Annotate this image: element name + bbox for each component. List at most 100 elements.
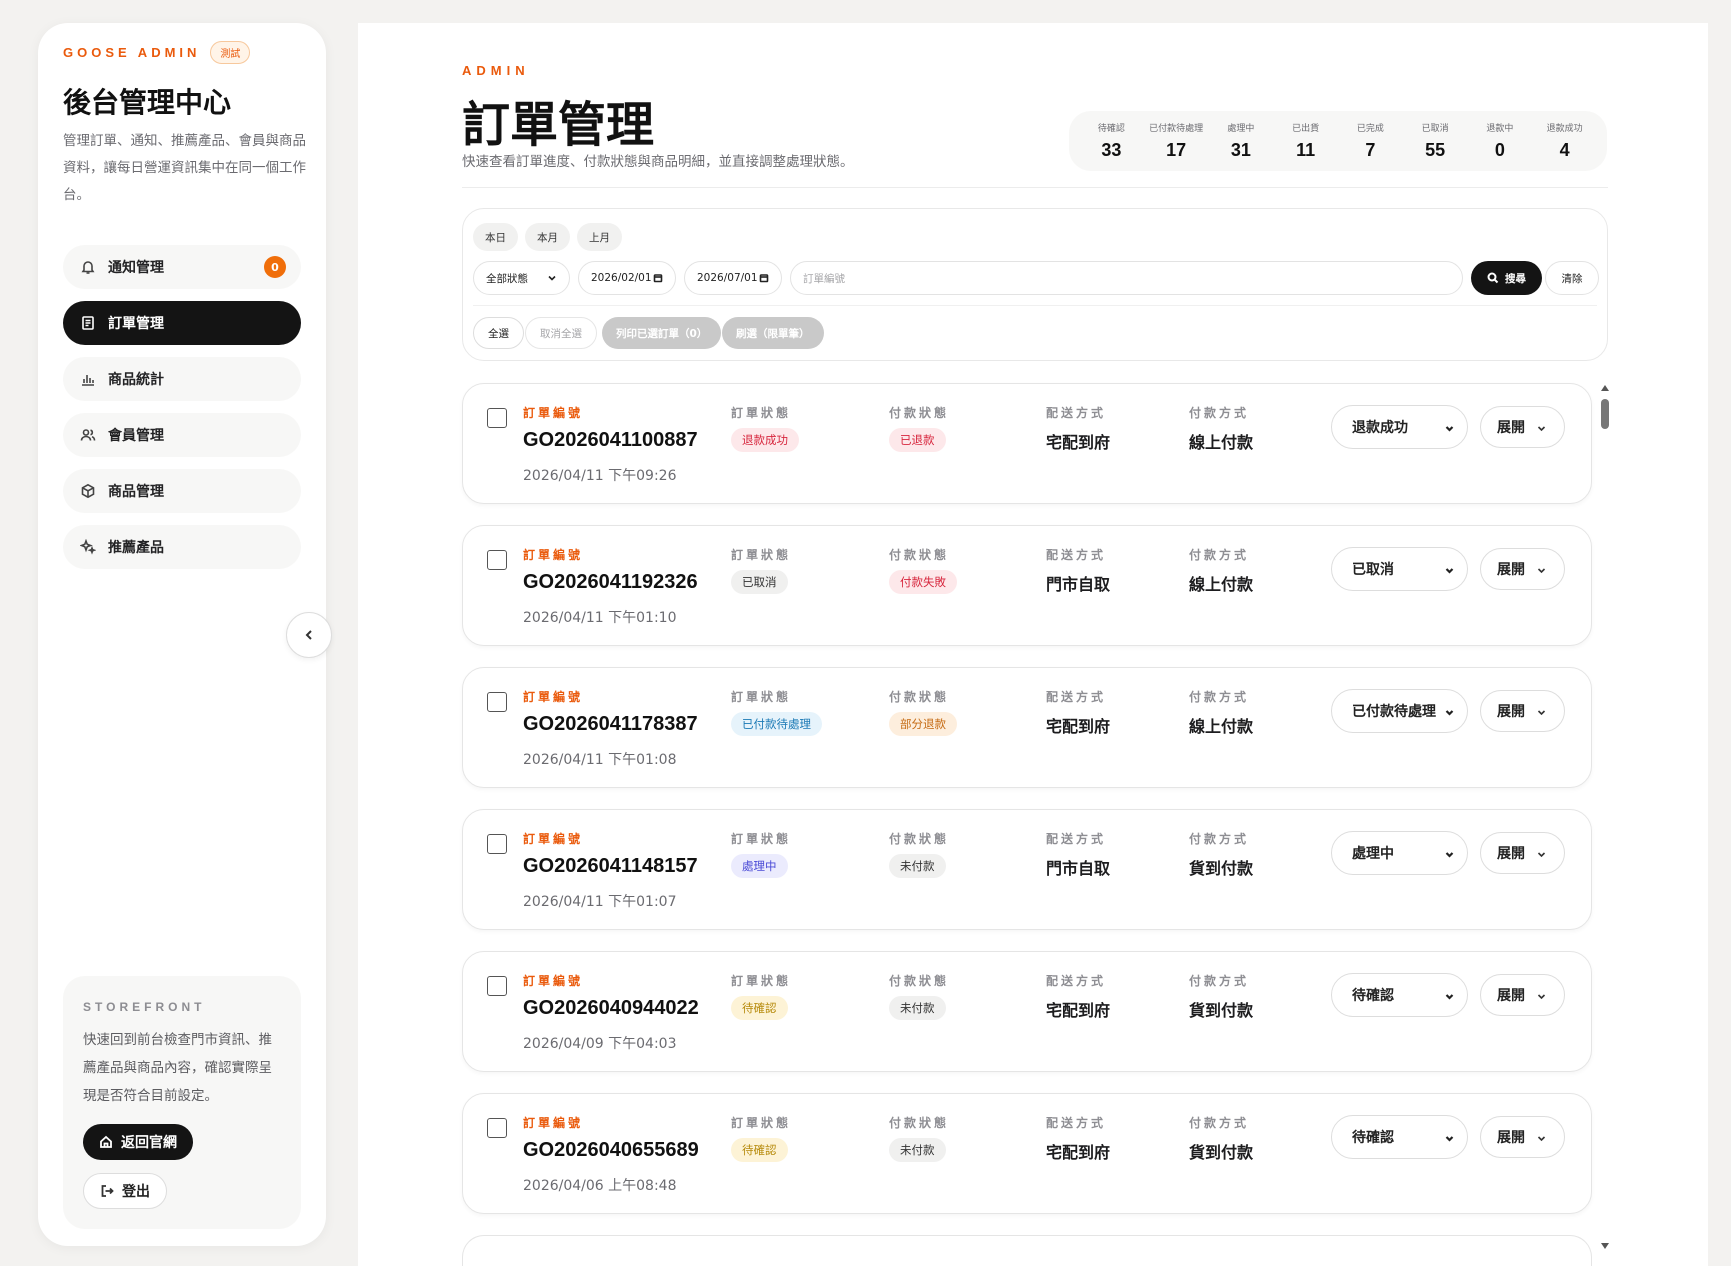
expand-label: 展開 [1497,704,1525,720]
expand-button[interactable]: 展開 [1480,548,1565,590]
sidebar-item-products[interactable]: 商品管理 [63,469,301,513]
main-content: ADMIN 訂單管理 快速查看訂單進度、付款狀態與商品明細，並直接調整處理狀態。… [358,23,1708,1266]
order-status-select[interactable]: 已付款待處理 [1331,689,1468,733]
range-last-month-button[interactable]: 上月 [577,223,622,251]
expand-button[interactable]: 展開 [1480,1116,1565,1158]
back-to-site-button[interactable]: 返回官網 [83,1124,193,1160]
shipping-value: 宅配到府 [1046,1001,1111,1020]
order-status-select-value: 已付款待處理 [1352,704,1436,720]
payment-status-badge: 未付款 [889,1138,946,1162]
order-status-select-value: 已取消 [1352,562,1394,578]
expand-button[interactable]: 展開 [1480,974,1565,1016]
order-status-label: 訂單狀態 [731,1116,792,1130]
scroll-down-arrow[interactable] [1601,1243,1609,1249]
expand-button[interactable]: 展開 [1480,832,1565,874]
shipping-value: 門市自取 [1046,859,1111,878]
scroll-up-arrow[interactable] [1601,385,1609,391]
order-checkbox[interactable] [487,976,507,996]
order-status-select[interactable]: 退款成功 [1331,405,1468,449]
order-number-input[interactable]: 訂單編號 [790,261,1463,295]
payment-status-label: 付款狀態 [889,832,950,846]
payment-method-value: 貨到付款 [1189,1001,1254,1020]
expand-button[interactable]: 展開 [1480,406,1565,448]
sidebar-item-notifications[interactable]: 通知管理 0 [63,245,301,289]
bell-icon [81,261,95,274]
preview-single-button[interactable]: 刷選（限單筆） [722,317,824,349]
bar-chart-icon [82,375,94,386]
sparkle-icon [80,539,96,555]
logout-label: 登出 [122,1184,150,1200]
payment-method-value: 線上付款 [1189,433,1254,452]
stat-value: 55 [1425,140,1446,160]
order-checkbox[interactable] [487,1118,507,1138]
calendar-icon [759,274,769,283]
sidebar-item-orders[interactable]: 訂單管理 [63,301,301,345]
search-button[interactable]: 搜尋 [1471,261,1542,295]
order-status-select[interactable]: 處理中 [1331,831,1468,875]
select-all-button[interactable]: 全選 [473,317,524,349]
status-select[interactable]: 全部狀態 [473,261,570,295]
date-to-value: 2026/07/01 [697,272,758,284]
range-this-month-button[interactable]: 本月 [525,223,570,251]
expand-label: 展開 [1497,562,1525,578]
sidebar-title: 後台管理中心 [63,86,232,119]
order-card: 訂單編號 GO2026041192326 2026/04/11 下午01:10 … [462,525,1592,646]
status-summary: 待確認 33 已付款待處理 17 處理中 31 已出貨 11 已完成 7 已取消 55 退款… [1069,111,1607,171]
stat-label: 已完成 [1356,124,1384,134]
users-icon [80,429,96,441]
order-status-badge: 已取消 [731,570,788,594]
shipping-label: 配送方式 [1046,548,1107,562]
print-selected-button[interactable]: 列印已選訂單（0） [602,317,722,349]
stat-value: 4 [1559,140,1570,160]
sidebar-item-label: 商品統計 [108,372,164,388]
payment-status-badge: 未付款 [889,996,946,1020]
payment-method-label: 付款方式 [1189,406,1250,420]
chevron-down-icon [1537,710,1546,716]
order-status-select[interactable]: 已取消 [1331,547,1468,591]
stat-label: 退款中 [1486,124,1514,134]
date-from-input[interactable]: 2026/02/01 [578,261,676,295]
logout-icon [101,1185,114,1197]
order-date: 2026/04/11 下午01:07 [523,894,677,910]
order-card: 訂單編號 GO2026040944022 2026/04/09 下午04:03 … [462,951,1592,1072]
order-status-select[interactable]: 待確認 [1331,973,1468,1017]
payment-status-label: 付款狀態 [889,974,950,988]
order-status-badge: 已付款待處理 [731,712,822,736]
stat-value: 7 [1365,140,1376,160]
payment-method-value: 線上付款 [1189,575,1254,594]
chevron-down-icon [1537,568,1546,574]
sidebar-item-recommended[interactable]: 推薦產品 [63,525,301,569]
calendar-icon [653,274,663,283]
range-today-button[interactable]: 本日 [473,223,518,251]
clear-button[interactable]: 清除 [1545,261,1599,295]
order-checkbox[interactable] [487,692,507,712]
payment-status-label: 付款狀態 [889,548,950,562]
sidebar-item-product-stats[interactable]: 商品統計 [63,357,301,401]
scrollbar-thumb[interactable] [1601,399,1609,429]
logout-button[interactable]: 登出 [83,1173,167,1209]
order-checkbox[interactable] [487,408,507,428]
search-button-label: 搜尋 [1505,272,1526,285]
home-icon [100,1135,112,1148]
expand-button[interactable]: 展開 [1480,690,1565,732]
deselect-all-button[interactable]: 取消全選 [525,317,597,349]
payment-method-value: 貨到付款 [1189,1143,1254,1162]
collapse-sidebar-button[interactable] [286,612,332,658]
order-checkbox[interactable] [487,550,507,570]
box-icon [81,483,95,499]
date-to-input[interactable]: 2026/07/01 [684,261,782,295]
order-status-select[interactable]: 待確認 [1331,1115,1468,1159]
stat-paid-pending: 已付款待處理 17 [1144,111,1209,171]
payment-status-label: 付款狀態 [889,690,950,704]
payment-status-label: 付款狀態 [889,406,950,420]
sidebar-item-label: 通知管理 [108,260,164,276]
stat-refunding: 退款中 0 [1468,111,1533,171]
stat-label: 已取消 [1421,124,1449,134]
order-status-label: 訂單狀態 [731,832,792,846]
order-card: 訂單編號 GO2026041148157 2026/04/11 下午01:07 … [462,809,1592,930]
order-no-label: 訂單編號 [523,548,584,562]
sidebar-item-label: 會員管理 [108,428,164,444]
order-checkbox[interactable] [487,834,507,854]
sidebar: GOOSE ADMIN 測試 後台管理中心 管理訂單、通知、推薦產品、會員與商品… [38,23,332,1246]
sidebar-item-members[interactable]: 會員管理 [63,413,301,457]
